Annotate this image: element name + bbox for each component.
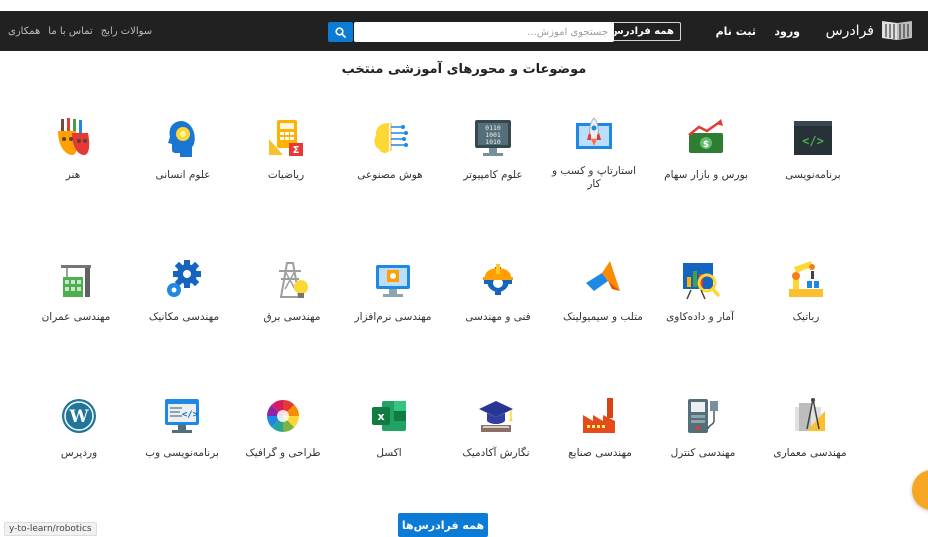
category-label: برنامه‌نویسی bbox=[785, 169, 841, 181]
math-icon: Σ bbox=[269, 120, 303, 156]
book-logo-icon bbox=[882, 21, 912, 40]
category-artificial-intelligence[interactable]: هوش مصنوعی bbox=[346, 117, 434, 182]
category-label: نگارش آکادمیک bbox=[462, 447, 530, 459]
software-monitor-icon bbox=[376, 265, 410, 297]
category-programming[interactable]: </> برنامه‌نویسی bbox=[769, 117, 857, 182]
category-engineering[interactable]: فنی و مهندسی bbox=[454, 259, 542, 324]
category-label: طراحی و گرافیک bbox=[245, 447, 321, 459]
category-statistics[interactable]: آمار و داده‌کاوی bbox=[656, 259, 744, 324]
category-label: مهندسی نرم‌افزار bbox=[354, 311, 432, 323]
category-label: مهندسی کنترل bbox=[670, 447, 736, 459]
web-code-icon: </> bbox=[165, 399, 199, 433]
category-architecture[interactable]: مهندسی معماری bbox=[766, 395, 854, 460]
category-label: مهندسی برق bbox=[263, 311, 321, 323]
category-mathematics[interactable]: Σ ریاضیات bbox=[242, 117, 330, 182]
search-icon bbox=[335, 26, 346, 38]
category-web-programming[interactable]: </> برنامه‌نویسی وب bbox=[138, 395, 226, 460]
brand-logo[interactable]: فرادرس bbox=[826, 11, 914, 51]
category-startup[interactable]: استارتاپ و کسب و کار bbox=[550, 113, 638, 191]
binary-monitor-icon: 0110 1001 1010 bbox=[475, 120, 511, 156]
category-label: وردپرس bbox=[60, 447, 98, 459]
svg-text:Σ: Σ bbox=[293, 145, 300, 156]
svg-text:</>: </> bbox=[802, 134, 824, 148]
top-navbar: فرادرس ورود ثبت نام همه فرادرس‌ها سوالات… bbox=[0, 11, 928, 51]
category-label: برنامه‌نویسی وب bbox=[145, 447, 219, 459]
category-wordpress[interactable]: W وردپرس bbox=[35, 395, 123, 460]
category-label: استارتاپ و کسب و کار bbox=[552, 165, 636, 190]
construction-icon bbox=[61, 265, 91, 297]
category-label: هوش مصنوعی bbox=[357, 169, 423, 181]
category-humanities[interactable]: علوم انسانی bbox=[139, 117, 227, 182]
category-industrial-engineering[interactable]: مهندسی صنایع bbox=[556, 395, 644, 460]
startup-rocket-icon bbox=[576, 117, 612, 149]
svg-text:W: W bbox=[68, 407, 89, 427]
category-computer-science[interactable]: 0110 1001 1010 علوم کامپیوتر bbox=[449, 117, 537, 182]
category-label: مهندسی معماری bbox=[773, 447, 847, 459]
top-links: سوالات رایج تماس با ما همکاری bbox=[8, 11, 152, 51]
architecture-icon bbox=[795, 398, 825, 431]
category-mechanical-engineering[interactable]: مهندسی مکانیک bbox=[140, 259, 228, 324]
graduation-book-icon bbox=[479, 401, 513, 432]
category-label: مهندسی عمران bbox=[41, 311, 111, 323]
robot-arm-icon bbox=[789, 261, 823, 297]
category-label: مهندسی صنایع bbox=[568, 447, 632, 459]
art-masks-icon bbox=[58, 118, 90, 155]
search-button[interactable] bbox=[328, 22, 353, 42]
category-stock-market[interactable]: $ بورس و بازار سهام bbox=[662, 117, 750, 182]
help-chat-icon[interactable] bbox=[912, 470, 928, 510]
cooperation-link[interactable]: همکاری bbox=[8, 26, 40, 37]
category-label: هنر bbox=[65, 169, 81, 181]
wordpress-icon: W bbox=[62, 399, 96, 433]
signup-link[interactable]: ثبت نام bbox=[716, 11, 756, 51]
category-label: فنی و مهندسی bbox=[465, 311, 531, 323]
search-input[interactable] bbox=[354, 22, 614, 42]
svg-text:1010: 1010 bbox=[485, 138, 501, 146]
ai-brain-icon bbox=[374, 123, 408, 154]
category-civil-engineering[interactable]: مهندسی عمران bbox=[32, 259, 120, 324]
control-device-icon bbox=[688, 399, 718, 433]
category-label: مهندسی مکانیک bbox=[148, 311, 220, 323]
matlab-icon bbox=[586, 261, 620, 291]
svg-text:$: $ bbox=[703, 140, 709, 150]
category-art[interactable]: هنر bbox=[29, 117, 117, 182]
all-courses-button[interactable]: همه فرادرس‌ها bbox=[398, 513, 488, 537]
contact-link[interactable]: تماس با ما bbox=[48, 26, 92, 37]
category-academic-writing[interactable]: نگارش آکادمیک bbox=[452, 395, 540, 460]
status-url: y-to-learn/robotics bbox=[4, 522, 97, 536]
faq-link[interactable]: سوالات رایج bbox=[101, 26, 152, 37]
category-software-engineering[interactable]: مهندسی نرم‌افزار bbox=[349, 259, 437, 324]
category-label: ریاضیات bbox=[267, 169, 305, 181]
svg-text:</>: </> bbox=[182, 410, 199, 420]
category-label: متلب و سیمیولینک bbox=[563, 311, 643, 323]
category-label: اکسل bbox=[376, 447, 402, 459]
category-label: علوم انسانی bbox=[155, 169, 211, 181]
excel-icon: x bbox=[372, 401, 406, 431]
stock-money-icon: $ bbox=[688, 119, 723, 153]
category-label: بورس و بازار سهام bbox=[664, 169, 748, 181]
svg-text:x: x bbox=[377, 410, 384, 423]
section-title: موضوعات و محورهای آموزشی منتخب bbox=[341, 62, 587, 77]
code-monitor-icon: </> bbox=[794, 121, 832, 155]
category-graphic-design[interactable]: طراحی و گرافیک bbox=[239, 395, 327, 460]
category-control-engineering[interactable]: مهندسی کنترل bbox=[659, 395, 747, 460]
category-robotics[interactable]: رباتیک bbox=[762, 259, 850, 324]
statistics-chart-icon bbox=[683, 263, 720, 300]
category-label: علوم کامپیوتر bbox=[463, 169, 523, 181]
color-wheel-icon bbox=[267, 400, 299, 432]
category-electrical-engineering[interactable]: مهندسی برق bbox=[248, 259, 336, 324]
category-label: رباتیک bbox=[792, 311, 820, 323]
brand-name: فرادرس bbox=[825, 23, 874, 39]
factory-icon bbox=[583, 398, 615, 433]
engineering-helmet-icon bbox=[483, 264, 513, 295]
category-label: آمار و داده‌کاوی bbox=[666, 311, 734, 323]
power-tower-icon bbox=[279, 262, 308, 298]
human-head-icon bbox=[168, 121, 195, 157]
login-link[interactable]: ورود bbox=[774, 11, 800, 51]
gears-icon bbox=[167, 260, 201, 297]
category-excel[interactable]: x اکسل bbox=[345, 395, 433, 460]
category-matlab[interactable]: متلب و سیمیولینک bbox=[559, 259, 647, 324]
